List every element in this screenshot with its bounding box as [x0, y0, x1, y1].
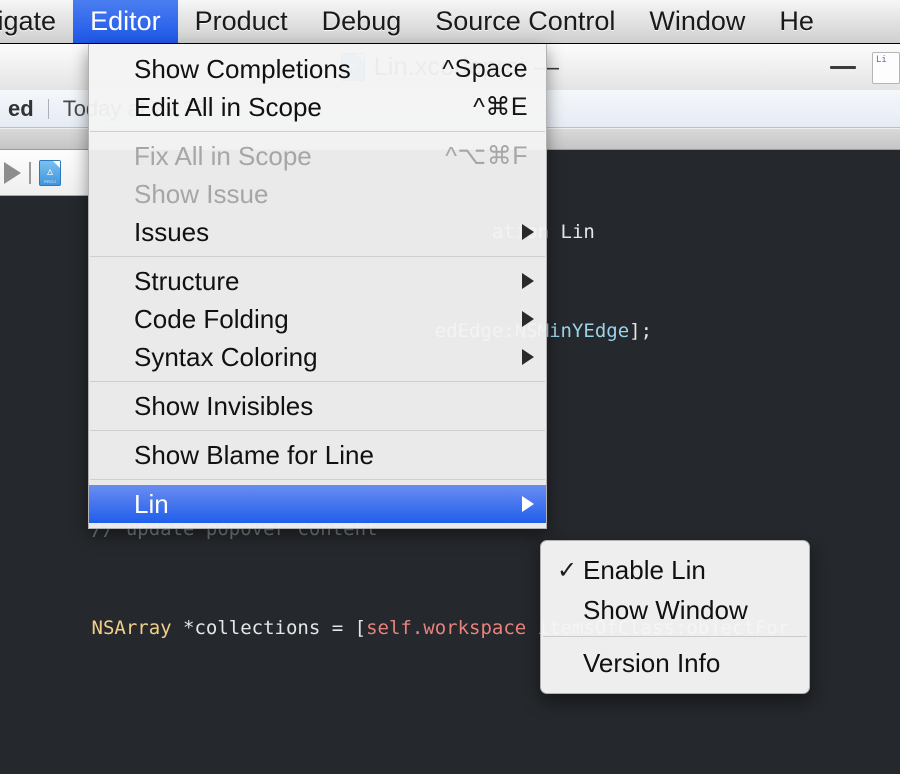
editor-tab-thumbnail[interactable]: Li [872, 52, 900, 84]
menubar-item-source-control[interactable]: Source Control [418, 0, 632, 43]
submenu-separator [543, 636, 807, 637]
editor-toolbar-left: ▵ PROJ [0, 150, 88, 196]
chevron-right-icon [522, 349, 534, 365]
submenu-item-version-info[interactable]: ✓ Version Info [541, 643, 809, 683]
chevron-right-icon [522, 273, 534, 289]
menu-item-label: Edit All in Scope [134, 92, 322, 123]
menubar-item-product[interactable]: Product [178, 0, 305, 43]
menu-item-show-blame-for-line[interactable]: Show Blame for Line [89, 436, 546, 474]
menu-item-label: Issues [134, 217, 209, 248]
checkmark-icon: ✓ [557, 556, 583, 585]
menu-item-label: Structure [134, 266, 240, 297]
menu-item-label: Lin [134, 489, 169, 520]
menubar-item-debug[interactable]: Debug [305, 0, 419, 43]
menu-separator [90, 479, 545, 480]
submenu-item-label: Enable Lin [583, 555, 706, 586]
checkmark-icon-placeholder: ✓ [557, 596, 583, 625]
tab-mini-label: Li [876, 55, 887, 65]
menubar-item-help[interactable]: He [762, 0, 831, 43]
menu-item-show-completions[interactable]: Show Completions ^Space [89, 50, 546, 88]
menu-bar: vigate Editor Product Debug Source Contr… [0, 0, 900, 44]
menubar-item-window[interactable]: Window [632, 0, 762, 43]
checkmark-icon-placeholder: ✓ [557, 649, 583, 678]
code-line [0, 711, 900, 744]
menu-item-show-issue: Show Issue [89, 175, 546, 213]
menu-item-label: Show Blame for Line [134, 440, 374, 471]
menu-item-issues[interactable]: Issues [89, 213, 546, 251]
scheme-project-icon[interactable]: ▵ PROJ [39, 160, 61, 186]
editor-menu-dropdown: Show Completions ^Space Edit All in Scop… [88, 44, 547, 529]
menu-item-structure[interactable]: Structure [89, 262, 546, 300]
menu-item-label: Show Invisibles [134, 391, 313, 422]
lin-submenu: ✓ Enable Lin ✓ Show Window ✓ Version Inf… [540, 540, 810, 694]
menu-item-code-folding[interactable]: Code Folding [89, 300, 546, 338]
menu-item-label: Syntax Coloring [134, 342, 318, 373]
submenu-item-enable-lin[interactable]: ✓ Enable Lin [541, 550, 809, 590]
menubar-item-editor[interactable]: Editor [73, 0, 178, 43]
menu-item-show-invisibles[interactable]: Show Invisibles [89, 387, 546, 425]
status-divider [48, 99, 49, 119]
menu-item-label: Show Completions [134, 54, 351, 85]
minimize-button[interactable] [830, 66, 856, 69]
chevron-right-icon [522, 311, 534, 327]
menu-item-label: Code Folding [134, 304, 289, 335]
menu-item-label: Fix All in Scope [134, 141, 312, 172]
menu-item-shortcut: ^⌥⌘F [445, 141, 534, 171]
status-label: ed [0, 96, 34, 122]
play-icon[interactable] [4, 162, 21, 184]
menu-item-shortcut: ^Space [442, 55, 534, 84]
menu-item-shortcut: ^⌘E [473, 92, 534, 122]
chevron-right-icon [522, 496, 534, 512]
toolbar-divider [29, 162, 31, 184]
submenu-item-label: Version Info [583, 648, 720, 679]
menu-separator [90, 131, 545, 132]
menu-separator [90, 381, 545, 382]
menu-item-label: Show Issue [134, 179, 268, 210]
chevron-right-icon [522, 224, 534, 240]
menu-item-syntax-coloring[interactable]: Syntax Coloring [89, 338, 546, 376]
menu-separator [90, 256, 545, 257]
menu-item-edit-all-in-scope[interactable]: Edit All in Scope ^⌘E [89, 88, 546, 126]
menu-item-lin[interactable]: Lin [89, 485, 546, 523]
menu-separator [90, 430, 545, 431]
menu-item-fix-all-in-scope: Fix All in Scope ^⌥⌘F [89, 137, 546, 175]
menubar-item-navigate[interactable]: vigate [0, 0, 73, 43]
submenu-item-label: Show Window [583, 595, 748, 626]
submenu-item-show-window[interactable]: ✓ Show Window [541, 590, 809, 630]
